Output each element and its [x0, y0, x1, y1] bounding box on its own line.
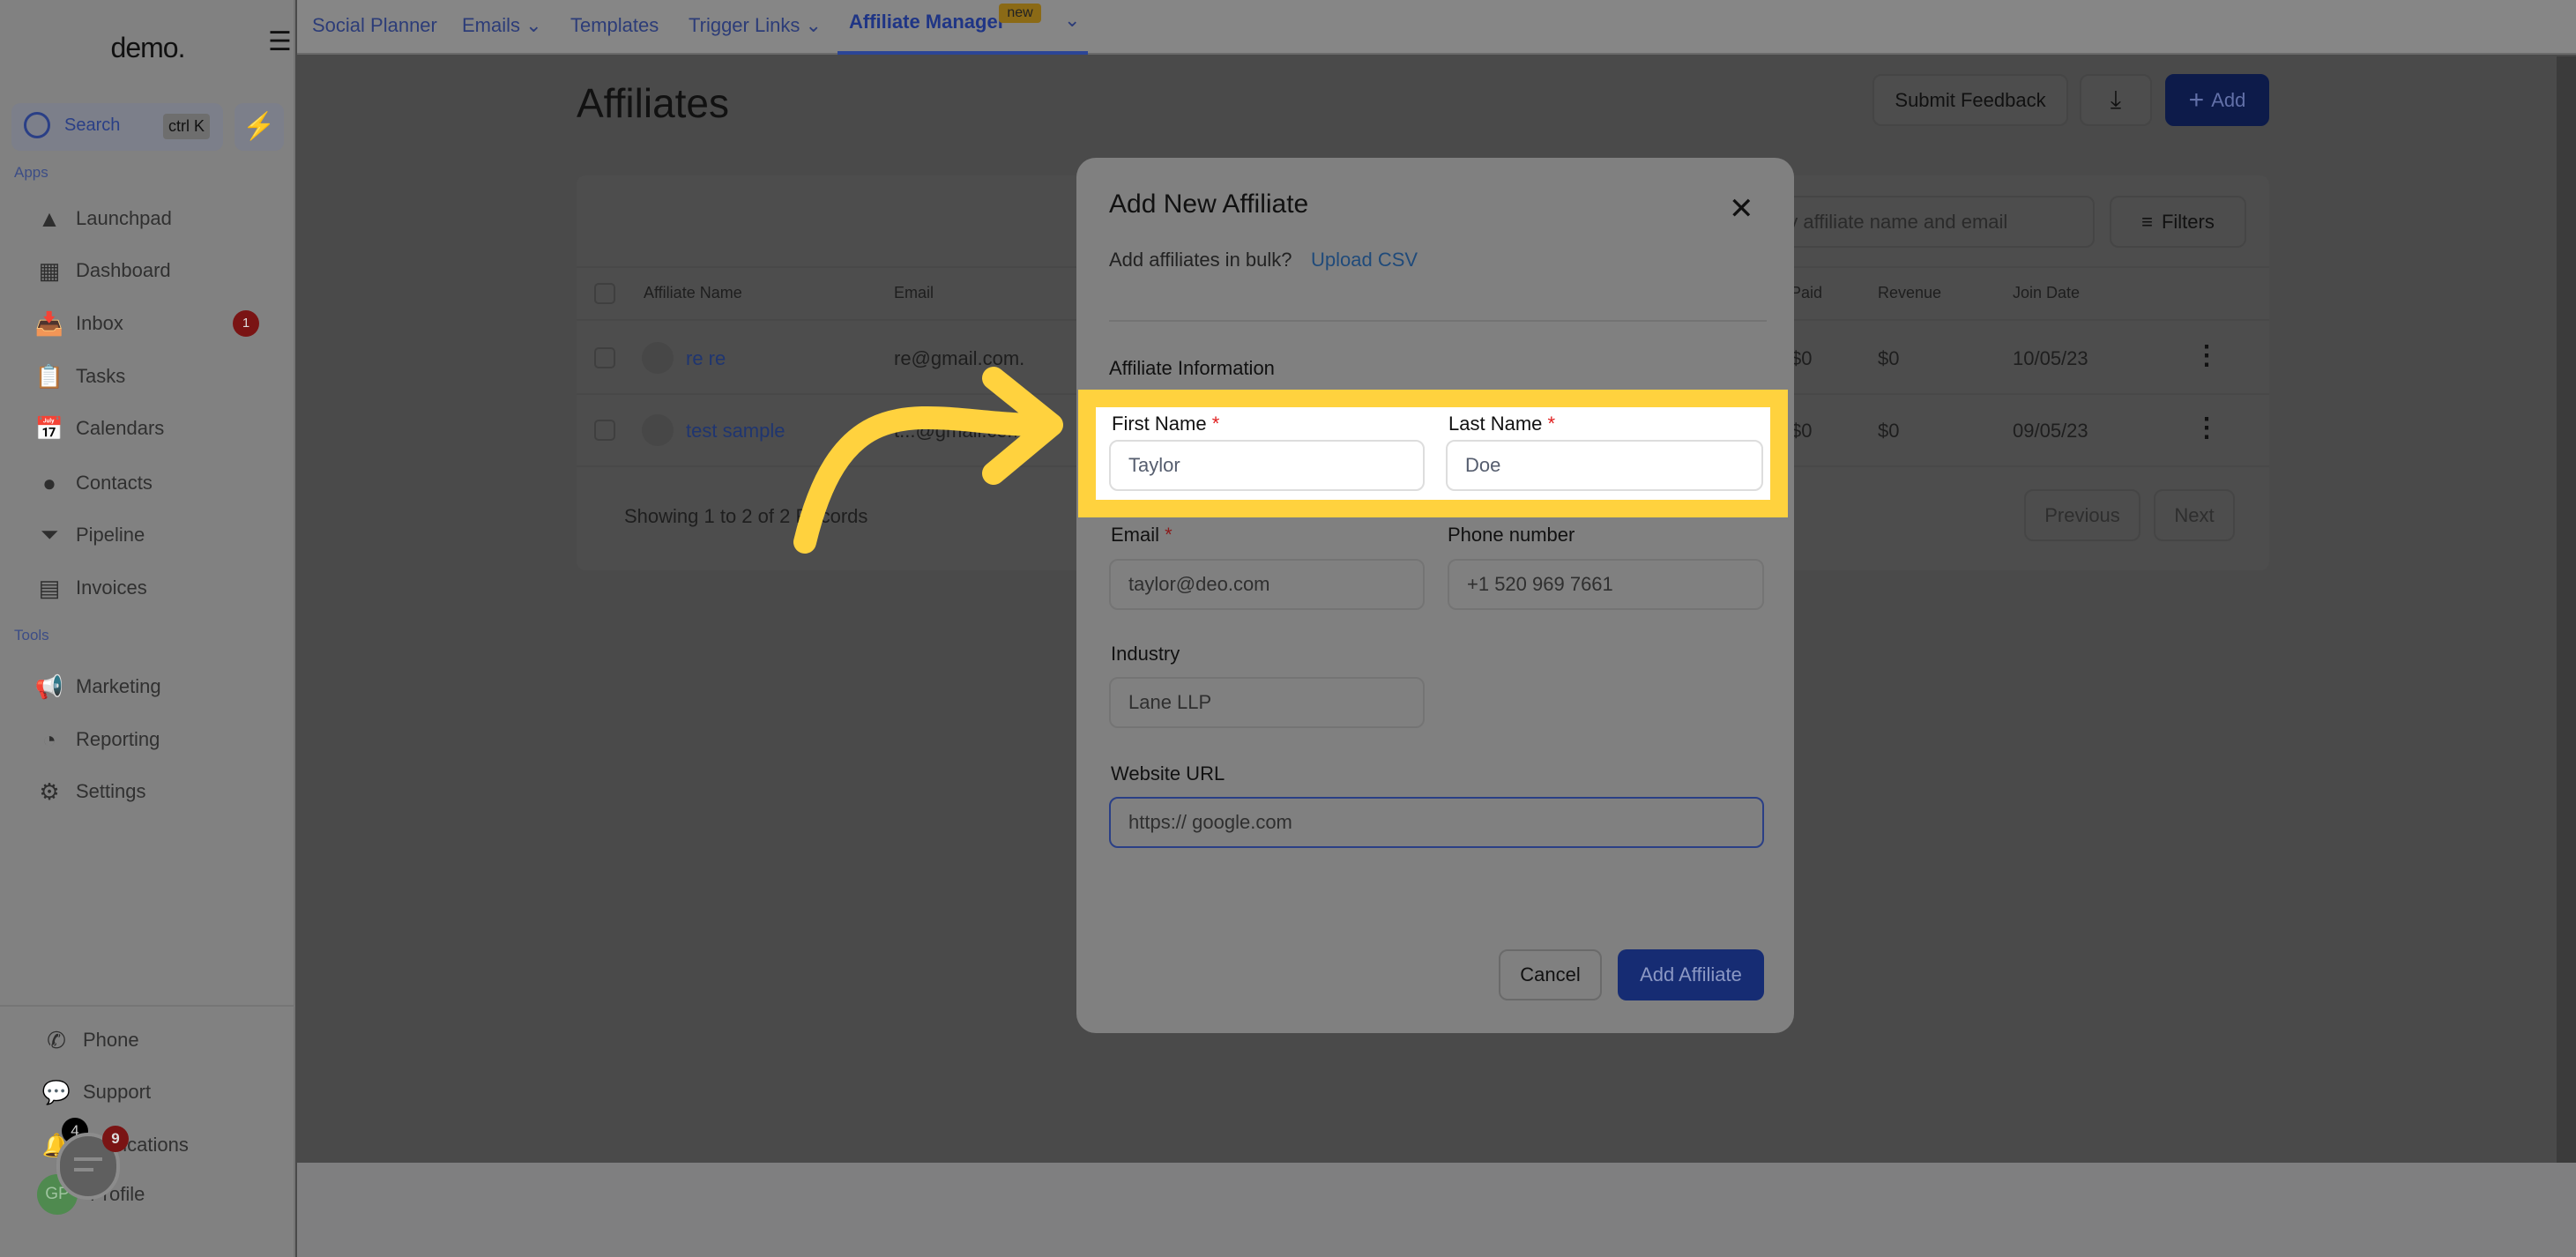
- annotation-arrow-icon: [793, 367, 1063, 554]
